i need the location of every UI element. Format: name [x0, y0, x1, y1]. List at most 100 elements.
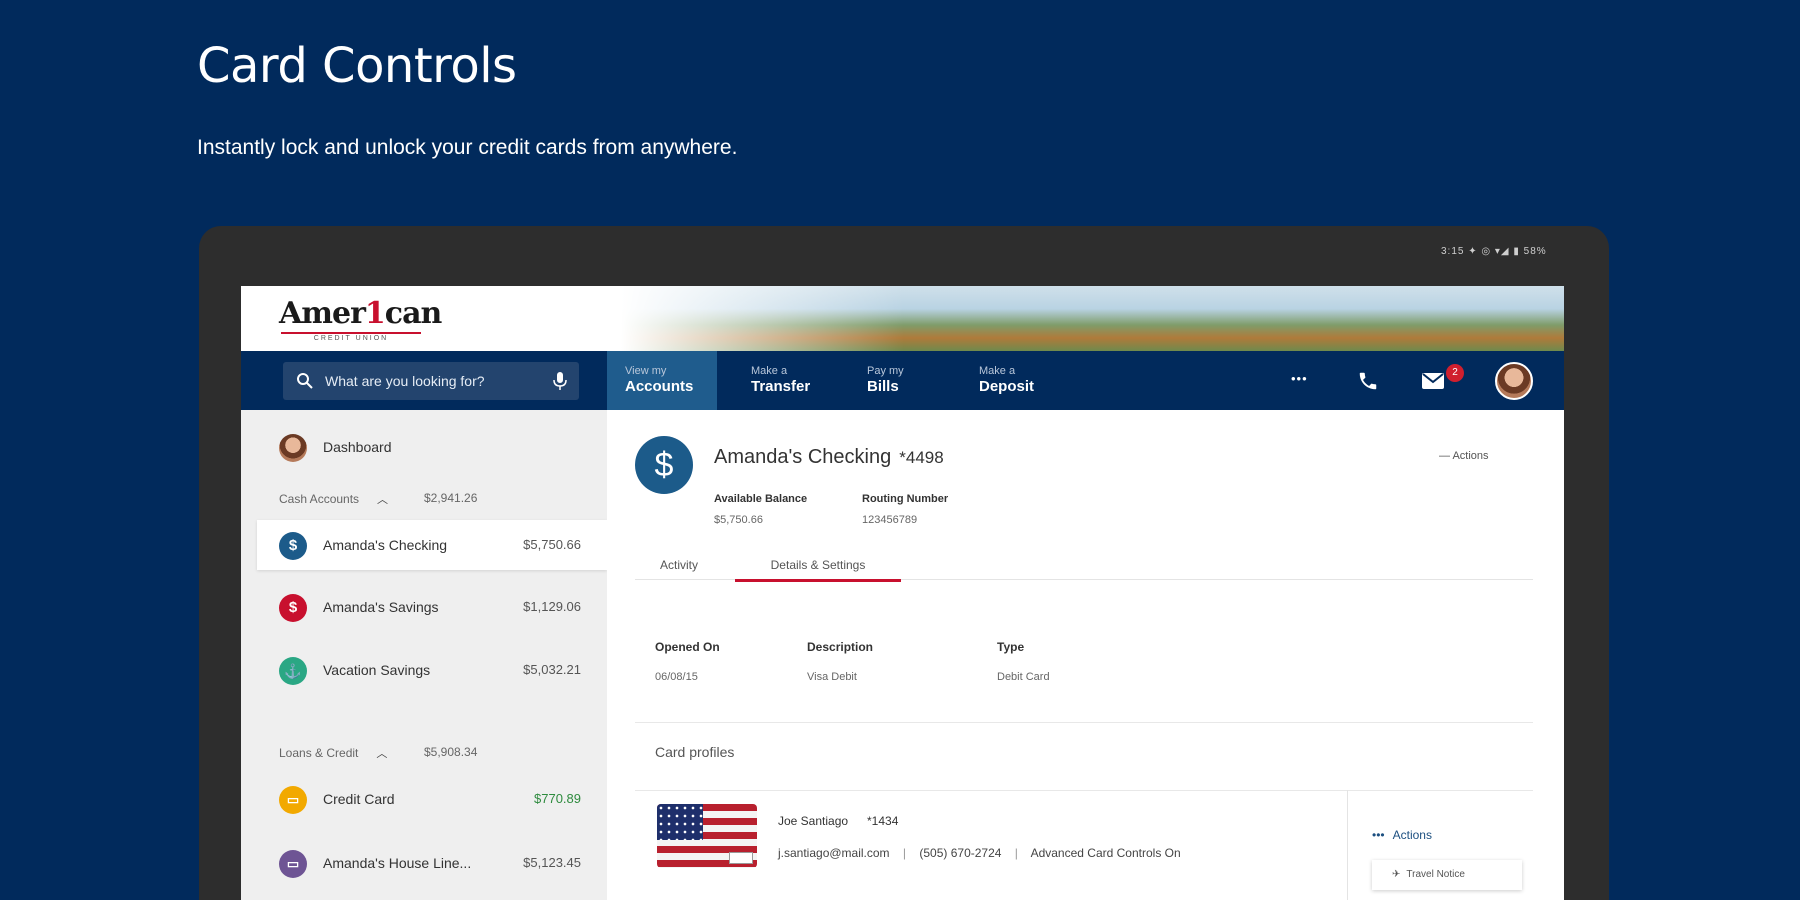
dollar-icon: $ [279, 532, 307, 560]
mail-icon[interactable] [1421, 371, 1445, 391]
account-actions-button[interactable]: — Actions [1439, 450, 1489, 462]
logo-text-one: 1 [364, 296, 386, 331]
dollar-icon: $ [635, 436, 693, 494]
nav-item-small-label: View my [625, 365, 667, 377]
nav-item-label: Deposit [979, 378, 1035, 395]
logo-text-end: can [384, 296, 443, 331]
airplane-icon: ✈ [1392, 869, 1401, 880]
sidebar-item-credit-card[interactable]: ▭ Credit Card $770.89 [241, 774, 607, 824]
credit-card-icon: ▭ [279, 786, 307, 814]
sidebar-item-amount: $1,129.06 [523, 599, 581, 614]
card-actions-pane: ••• Actions ✈ Travel Notice [1347, 790, 1564, 900]
sidebar-item-amandas-savings[interactable]: $ Amanda's Savings $1,129.06 [241, 582, 607, 632]
loans-credit-total: $5,908.34 [424, 745, 478, 759]
card-phone: (505) 670-2724 [919, 846, 1002, 860]
sidebar-item-house-line[interactable]: ▭ Amanda's House Line... $5,123.45 [241, 838, 607, 888]
sidebar-item-amount: $5,123.45 [523, 855, 581, 870]
routing-number-label: Routing Number [862, 493, 949, 505]
sidebar-item-label: Credit Card [323, 791, 395, 807]
promo-title: Card Controls [197, 38, 517, 94]
tab-details-settings[interactable]: Details & Settings [735, 558, 901, 582]
nav-item-label: Bills [867, 378, 899, 395]
card-last-four: *1434 [867, 814, 899, 828]
app-banner: Amer1can CREDIT UNION [241, 286, 1564, 351]
sidebar-item-label: Amanda's House Line... [323, 855, 472, 871]
opened-on-value: 06/08/15 [655, 671, 698, 683]
account-number: *4498 [899, 448, 944, 467]
chevron-up-icon[interactable]: ︿ [376, 748, 387, 760]
available-balance-label: Available Balance [714, 493, 808, 505]
nav-item-small-label: Pay my [867, 365, 904, 377]
separator: | [1014, 846, 1018, 860]
card-holder-name: Joe Santiago [778, 814, 849, 828]
nav-item-small-label: Make a [979, 365, 1016, 377]
user-avatar[interactable] [1495, 362, 1533, 400]
banner-landscape-image [621, 286, 1564, 351]
card-profiles-title: Card profiles [655, 744, 735, 760]
nav-item-small-label: Make a [751, 365, 788, 377]
section-label: Cash Accounts [279, 492, 360, 506]
nav-item-label: Accounts [625, 378, 694, 395]
accounts-sidebar: Dashboard Cash Accounts ︿ $2,941.26 $ Ama… [241, 410, 607, 900]
card-actions-button[interactable]: ••• Actions [1372, 828, 1432, 842]
nav-item-label: Transfer [751, 378, 811, 395]
mail-badge: 2 [1446, 364, 1464, 382]
type-label: Type [997, 640, 1025, 654]
card-email: j.santiago@mail.com [778, 846, 890, 860]
type-value: Debit Card [997, 671, 1050, 683]
more-options-icon: ••• [1372, 828, 1385, 842]
nav-make-transfer[interactable]: Make a Transfer [717, 351, 845, 410]
routing-number-value: 123456789 [862, 514, 918, 526]
dashboard-avatar [279, 434, 307, 462]
more-options-icon[interactable]: ••• [1291, 371, 1308, 386]
travel-notice-label: Travel Notice [1406, 869, 1465, 880]
dollar-icon: $ [279, 594, 307, 622]
loans-credit-header[interactable]: Loans & Credit ︿ [279, 745, 387, 761]
microphone-icon[interactable] [551, 371, 569, 391]
description-label: Description [807, 640, 874, 654]
main-navbar: View my Accounts Make a Transfer Pay my … [241, 351, 1564, 410]
tab-activity[interactable]: Activity [660, 558, 698, 582]
account-detail-panel: $ Amanda's Checking *4498 — Actions Avail… [607, 410, 1564, 900]
cash-accounts-total: $2,941.26 [424, 491, 478, 505]
nav-make-deposit[interactable]: Make a Deposit [955, 351, 1075, 410]
search-input[interactable] [325, 370, 545, 392]
card-controls-status: Advanced Card Controls On [1030, 846, 1181, 860]
sidebar-item-amandas-checking[interactable]: $ Amanda's Checking $5,750.66 [257, 520, 607, 570]
card-flag-image [657, 804, 757, 868]
separator: | [902, 846, 907, 860]
chevron-up-icon[interactable]: ︿ [377, 494, 388, 506]
app-screen: Amer1can CREDIT UNION View my Accounts M… [241, 286, 1564, 900]
flag-stars-pattern [657, 804, 703, 840]
sidebar-item-label: Vacation Savings [323, 662, 431, 678]
section-label: Loans & Credit [279, 746, 359, 760]
travel-notice-menu-item[interactable]: ✈ Travel Notice [1372, 860, 1522, 890]
sidebar-item-vacation-savings[interactable]: ⚓ Vacation Savings $5,032.21 [241, 645, 607, 695]
card-actions-label: Actions [1392, 828, 1432, 842]
logo-text-start: Amer [279, 296, 366, 331]
cash-accounts-header[interactable]: Cash Accounts ︿ [279, 491, 388, 507]
sidebar-item-amount: $770.89 [534, 791, 581, 806]
sidebar-item-amount: $5,750.66 [523, 537, 581, 552]
account-name: Amanda's Checking [714, 446, 892, 468]
logo-tagline: CREDIT UNION [281, 332, 421, 342]
nav-pay-bills[interactable]: Pay my Bills [845, 351, 955, 410]
loan-icon: ▭ [279, 850, 307, 878]
phone-icon[interactable] [1357, 370, 1379, 392]
anchor-icon: ⚓ [279, 657, 307, 685]
search-icon [297, 373, 313, 389]
description-value: Visa Debit [807, 671, 857, 683]
opened-on-label: Opened On [655, 640, 720, 654]
sidebar-item-dashboard[interactable]: Dashboard [241, 422, 607, 472]
account-title: Amanda's Checking *4498 [714, 446, 944, 469]
account-tabs: Activity Details & Settings [635, 558, 1533, 582]
sidebar-item-amount: $5,032.21 [523, 662, 581, 677]
search-bar[interactable] [283, 362, 579, 400]
sidebar-item-label: Dashboard [323, 439, 392, 455]
section-divider [635, 722, 1533, 723]
brand-logo[interactable]: Amer1can [279, 296, 443, 331]
card-chip [729, 852, 753, 864]
nav-view-accounts[interactable]: View my Accounts [607, 351, 717, 410]
sidebar-item-label: Amanda's Savings [323, 599, 439, 615]
card-profile-info: j.santiago@mail.com | (505) 670-2724 | A… [778, 846, 1181, 860]
